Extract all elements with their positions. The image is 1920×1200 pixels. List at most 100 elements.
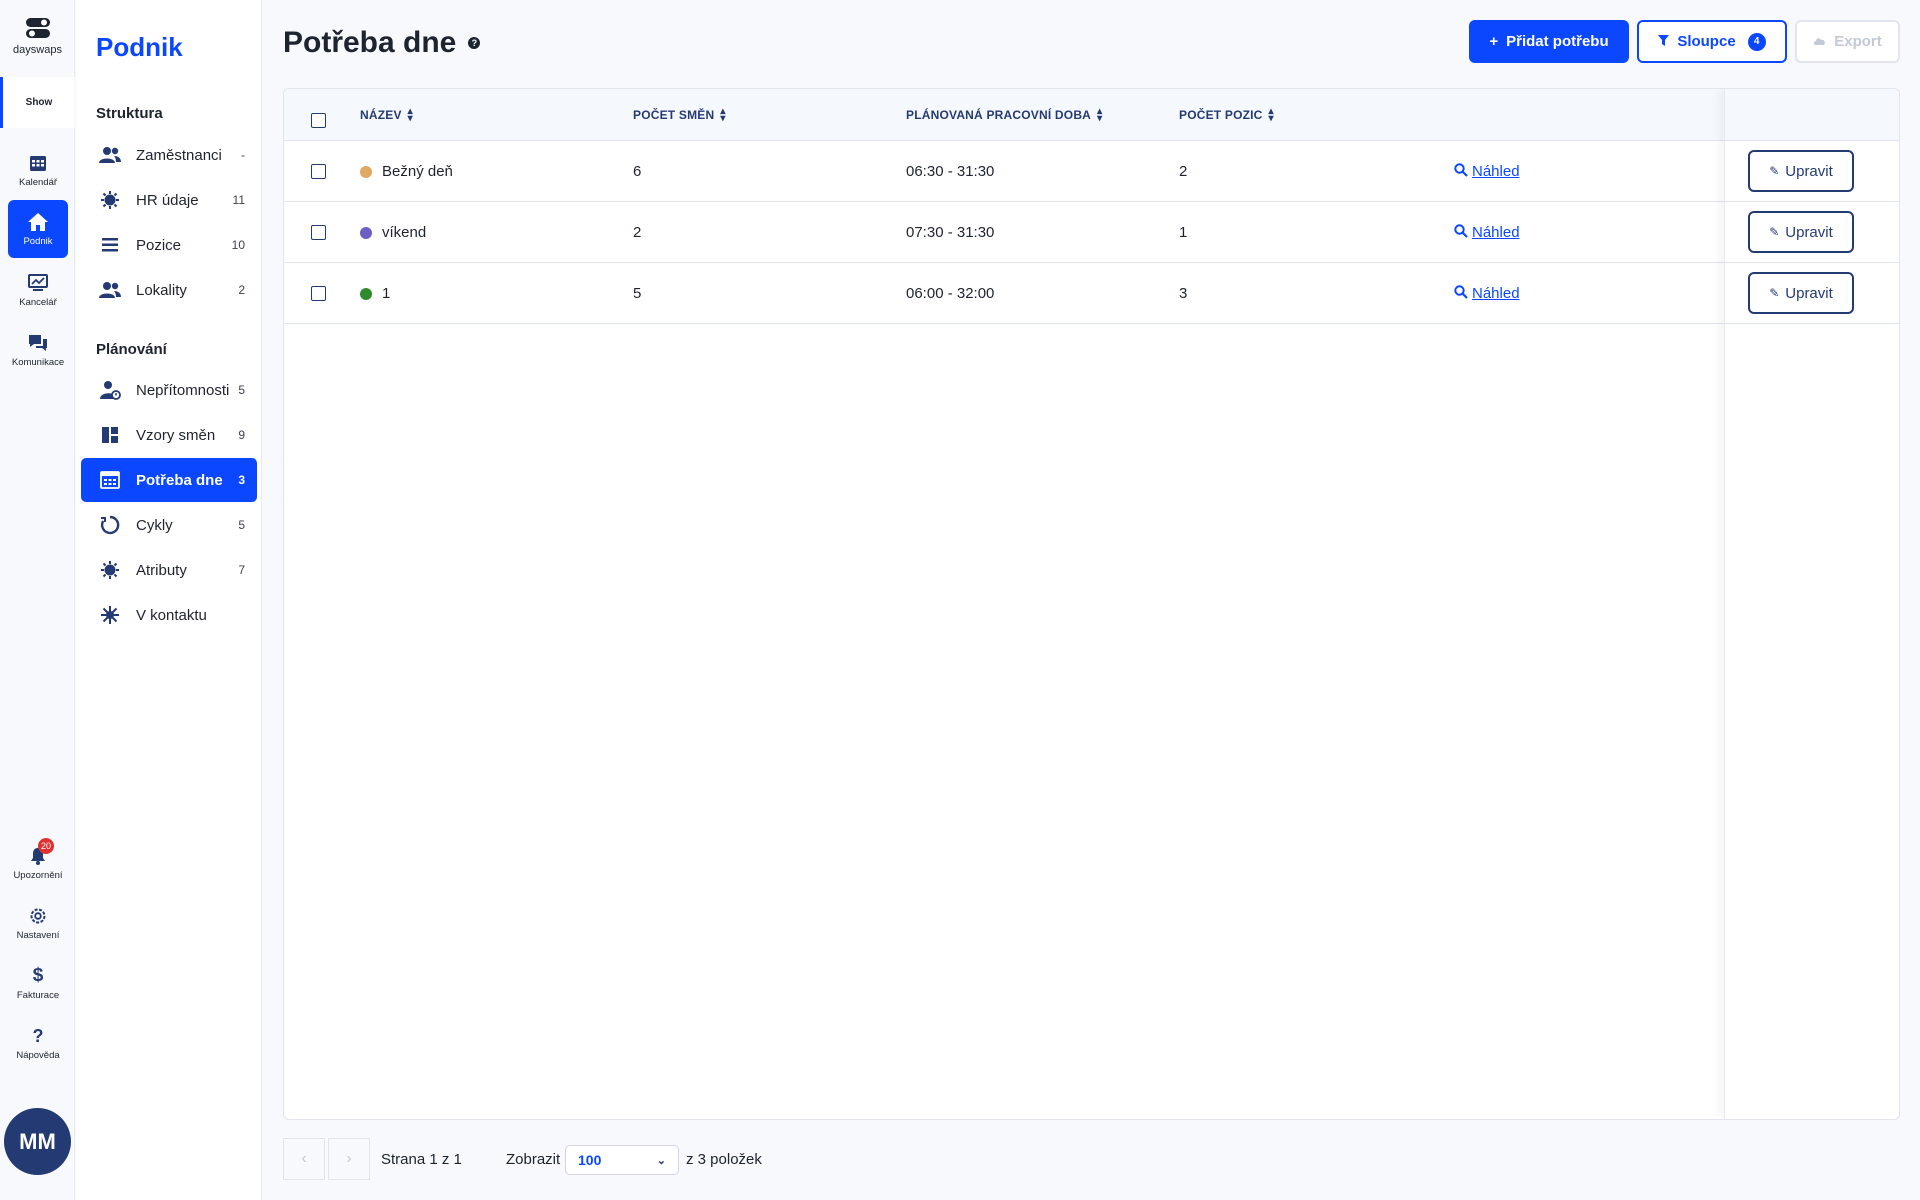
rail-item-nastaveni[interactable]: Nastavení [8,894,68,952]
row-checkbox[interactable] [311,286,326,301]
page-title: Potřeba dne ? [283,26,481,60]
rail-item-kalendar[interactable]: Kalendář [8,141,68,199]
question-icon: ? [32,1025,44,1046]
rail-item-fakturace[interactable]: $ Fakturace [8,954,68,1012]
sidebar-item-count: 9 [238,428,245,442]
export-label: Export [1834,33,1882,50]
sidebar-item-lokality[interactable]: Lokality 2 [81,268,257,312]
search-icon [1454,162,1468,181]
help-icon[interactable]: ? [468,37,481,49]
cell-time: 06:30 - 31:30 [906,163,995,180]
sidebar-item-label: V kontaktu [136,606,207,624]
sort-icon: ▴ ▾ [1097,106,1103,124]
sidebar-item-count: 10 [231,238,245,252]
calendar-icon [27,152,49,174]
sidebar-item-count: 5 [238,383,245,397]
cell-shifts: 5 [633,285,642,302]
preview-link[interactable]: Náhled [1454,223,1520,242]
columns-button[interactable]: Sloupce 4 [1637,20,1787,63]
attribute-icon [99,559,121,581]
sidebar-item-potreba-dne[interactable]: Potřeba dne 3 [81,458,257,502]
select-all-checkbox[interactable] [311,113,326,128]
sidebar-item-nepritomnosti[interactable]: Nepřítomnosti 5 [81,368,257,412]
sidebar-item-zamestnanci[interactable]: Zaměstnanci - [81,133,257,177]
sidebar-item-hr-udaje[interactable]: HR údaje 11 [81,178,257,222]
cell-positions: 1 [1179,224,1188,241]
edit-icon: ✎ [1769,225,1780,239]
edit-icon: ✎ [1769,164,1780,178]
rail-item-napoveda[interactable]: ? Nápověda [8,1014,68,1072]
cell-name: Bežný deň [360,141,453,202]
page-size-value: 100 [578,1152,602,1168]
cell-positions: 3 [1179,285,1188,302]
cell-shifts: 2 [633,224,642,241]
color-dot [360,226,372,239]
export-button[interactable]: Export [1795,20,1900,63]
page-title-text: Potřeba dne [283,26,457,59]
table-row[interactable]: Bežný deň 6 06:30 - 31:30 2 Náhled [284,141,1899,202]
sidebar-item-count: 11 [232,193,245,207]
sidebar-item-vzory-smen[interactable]: Vzory směn 9 [81,413,257,457]
column-header-pocet-smen[interactable]: POČET SMĚN ▴ ▾ [633,89,726,141]
absence-icon [99,379,121,401]
user-avatar[interactable]: MM [4,1108,71,1175]
column-header-nazev[interactable]: NÁZEV ▴ ▾ [360,89,413,141]
plus-icon: + [1489,33,1499,50]
add-need-button[interactable]: + Přidat potřebu [1469,20,1629,63]
edit-button[interactable]: ✎ Upravit [1748,211,1854,253]
column-header-label: PLÁNOVANÁ PRACOVNÍ DOBA [906,108,1092,122]
sidebar-item-cykly[interactable]: Cykly 5 [81,503,257,547]
cell-name: víkend [360,202,426,263]
sort-icon: ▴ ▾ [1268,106,1274,124]
page-size-select[interactable]: 100 ⌄ [565,1145,679,1175]
filter-icon [1658,33,1670,50]
show-tab[interactable]: Show [0,77,75,128]
cell-preview: Náhled [1454,202,1520,263]
edit-button[interactable]: ✎ Upravit [1748,150,1854,192]
data-table: NÁZEV ▴ ▾ POČET SMĚN ▴ ▾ PLÁNOVANÁ PRACOVN… [283,88,1900,1120]
brand[interactable]: dayswaps [0,16,75,56]
prev-page-button[interactable]: ‹ [283,1138,325,1180]
total-items: z 3 položek [686,1150,762,1168]
rail-item-upozorneni[interactable]: 20 Upozornění [8,834,68,892]
next-page-button[interactable]: › [328,1138,370,1180]
column-header-label: NÁZEV [360,108,402,122]
preview-label: Náhled [1472,163,1520,180]
chevron-right-icon: › [346,1150,352,1167]
home-icon [27,211,49,233]
contact-icon [99,604,121,626]
chevron-down-icon: ⌄ [656,1154,666,1167]
rail-item-kancelar[interactable]: Kancelář [8,261,68,319]
table-row[interactable]: 1 5 06:00 - 32:00 3 Náhled [284,263,1899,324]
hr-icon [99,189,121,211]
rail-label: Kancelář [19,297,57,308]
users-icon [99,279,121,301]
sidebar-item-label: HR údaje [136,191,199,209]
preview-link[interactable]: Náhled [1454,162,1520,181]
column-header-pracovni-doba[interactable]: PLÁNOVANÁ PRACOVNÍ DOBA ▴ ▾ [906,89,1102,141]
table-row[interactable]: víkend 2 07:30 - 31:30 1 Náhled [284,202,1899,263]
rail-item-podnik[interactable]: Podnik [8,200,68,258]
users-icon [99,144,121,166]
row-name: 1 [382,285,391,302]
calendar-table-icon [99,469,121,491]
row-checkbox[interactable] [311,225,326,240]
rail-item-komunikace[interactable]: Komunikace [8,321,68,379]
cell-preview: Náhled [1454,141,1520,202]
column-header-pocet-pozic[interactable]: POČET POZIC ▴ ▾ [1179,89,1274,141]
dayswaps-logo-icon [25,18,50,38]
rail-label: Komunikace [11,357,65,368]
sidebar-item-label: Pozice [136,236,182,254]
sidebar-title: Podnik [96,32,183,62]
app-rail: dayswaps Show Kalendář Podnik Kancelář K… [0,0,75,1200]
edit-button[interactable]: ✎ Upravit [1748,272,1854,314]
columns-label: Sloupce [1677,33,1736,50]
sidebar-item-label: Zaměstnanci [136,146,222,164]
preview-link[interactable]: Náhled [1454,284,1520,303]
sidebar-item-atributy[interactable]: Atributy 7 [81,548,257,592]
preview-label: Náhled [1472,285,1520,302]
sidebar-item-v-kontaktu[interactable]: V kontaktu [81,593,257,637]
row-name: Bežný deň [382,163,453,180]
sidebar-item-pozice[interactable]: Pozice 10 [81,223,257,267]
row-checkbox[interactable] [311,164,326,179]
